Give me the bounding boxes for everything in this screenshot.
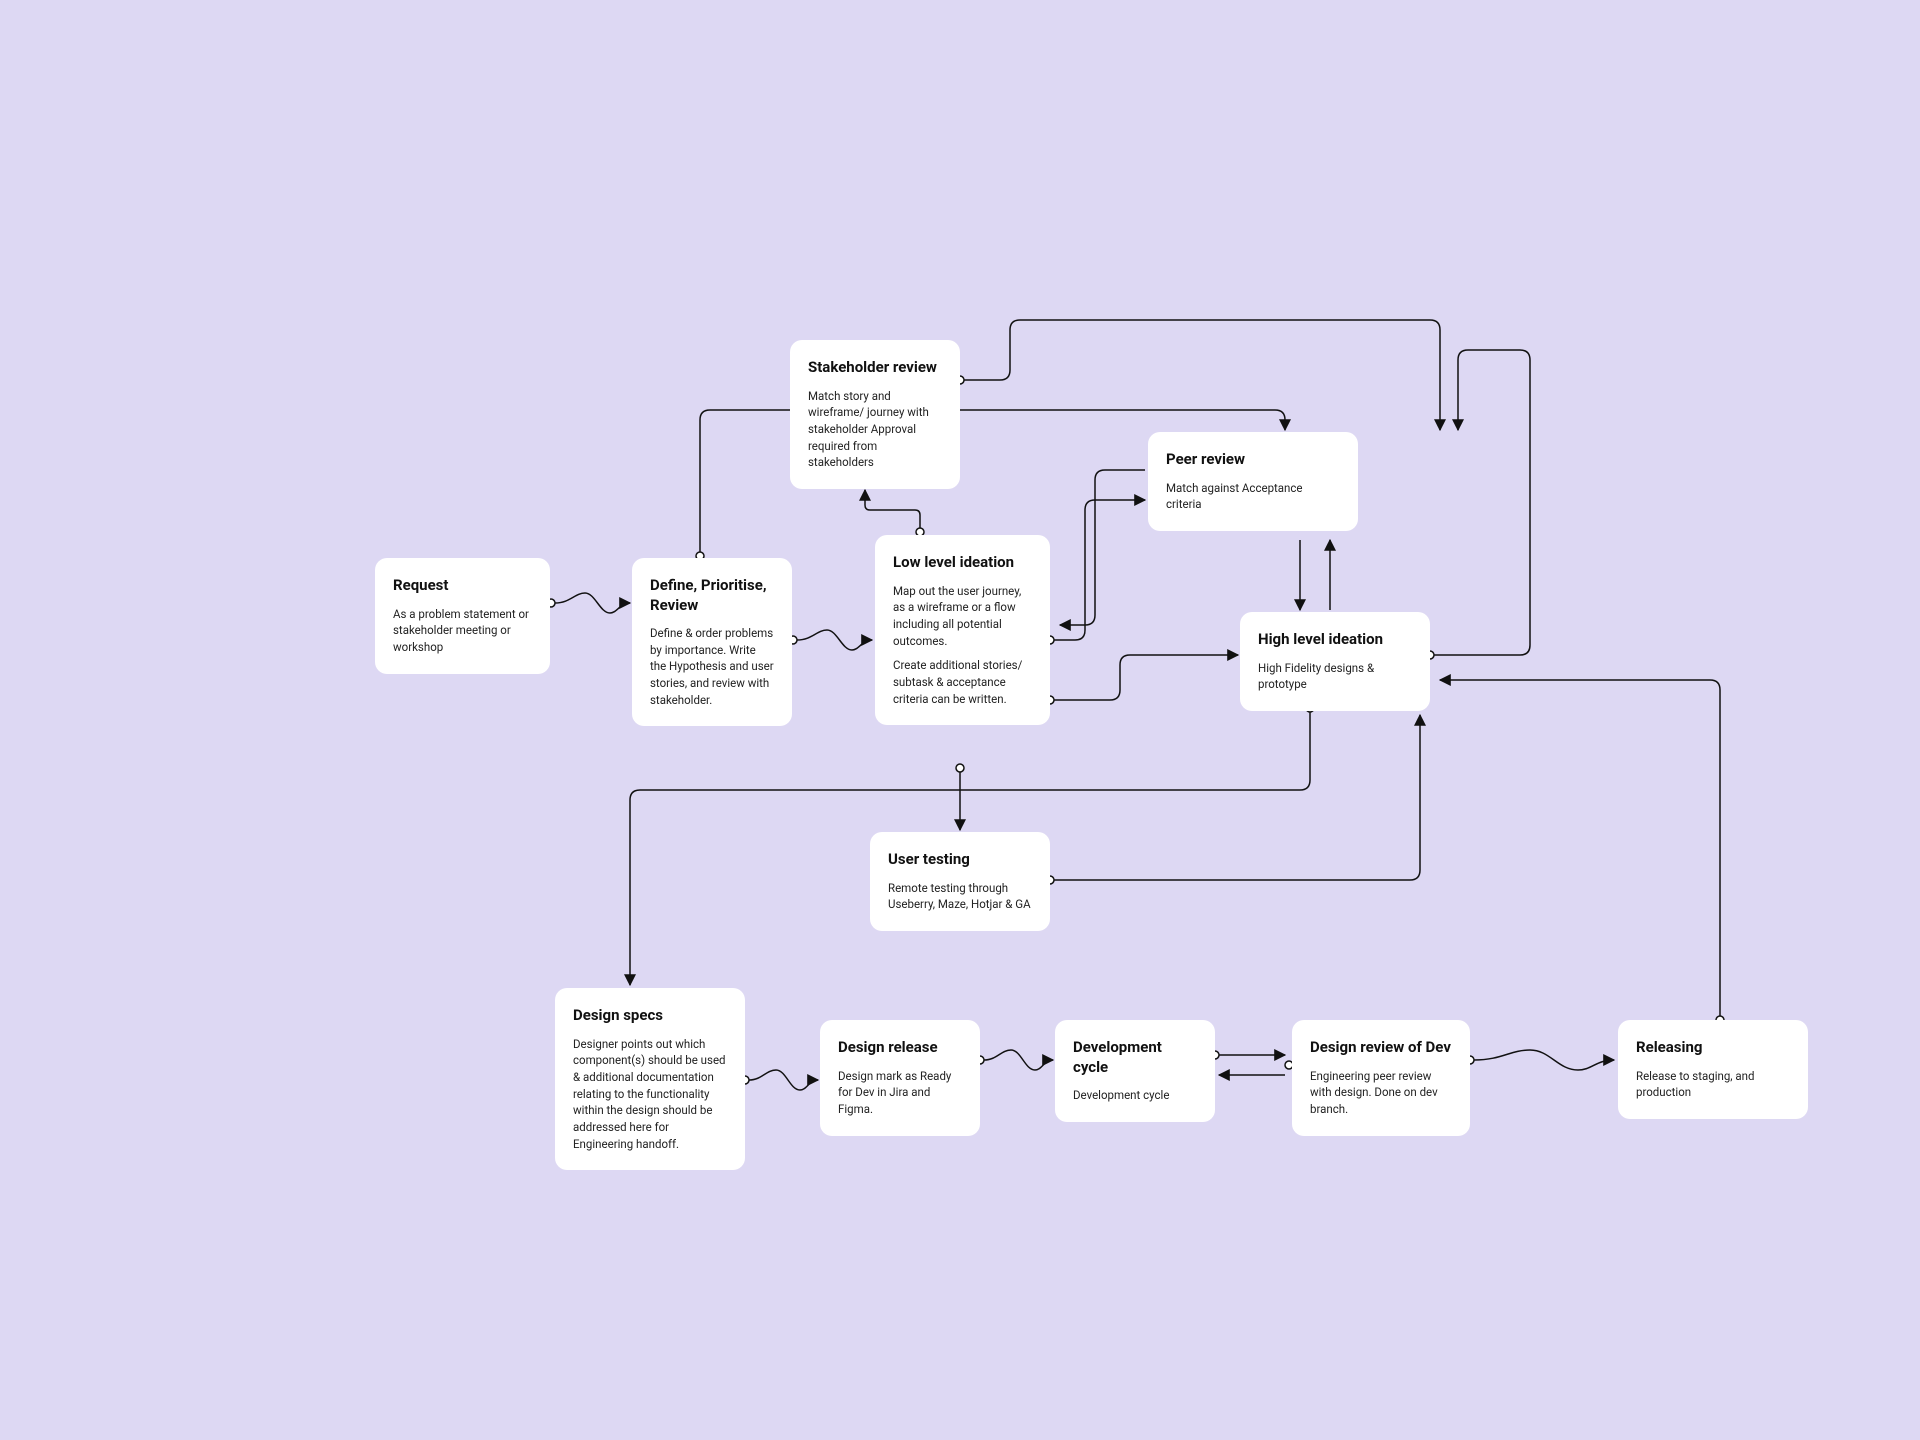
- node-title: Design release: [838, 1038, 962, 1058]
- node-title: Peer review: [1166, 450, 1340, 470]
- node-title: Design specs: [573, 1006, 727, 1026]
- node-title: Low level ideation: [893, 553, 1032, 573]
- node-define[interactable]: Define, Prioritise, Review Define & orde…: [632, 558, 792, 726]
- node-body: Define & order problems by importance. W…: [650, 625, 774, 708]
- node-body: Designer points out which component(s) s…: [573, 1036, 727, 1153]
- diagram-canvas: { "nodes": { "request": { "title": "Requ…: [0, 0, 1920, 1440]
- node-title: High level ideation: [1258, 630, 1412, 650]
- node-body: As a problem statement or stakeholder me…: [393, 606, 532, 656]
- node-body: High Fidelity designs & prototype: [1258, 660, 1412, 693]
- node-title: Design review of Dev: [1310, 1038, 1452, 1058]
- node-design-specs[interactable]: Design specs Designer points out which c…: [555, 988, 745, 1170]
- node-stakeholder-review[interactable]: Stakeholder review Match story and wiref…: [790, 340, 960, 489]
- node-low-level-ideation[interactable]: Low level ideation Map out the user jour…: [875, 535, 1050, 725]
- node-title: Development cycle: [1073, 1038, 1197, 1077]
- node-title: User testing: [888, 850, 1032, 870]
- node-body: Development cycle: [1073, 1087, 1197, 1104]
- node-title: Stakeholder review: [808, 358, 942, 378]
- node-title: Request: [393, 576, 532, 596]
- node-peer-review[interactable]: Peer review Match against Acceptance cri…: [1148, 432, 1358, 531]
- node-development-cycle[interactable]: Development cycle Development cycle: [1055, 1020, 1215, 1122]
- node-body: Design mark as Ready for Dev in Jira and…: [838, 1068, 962, 1118]
- node-design-review-of-dev[interactable]: Design review of Dev Engineering peer re…: [1292, 1020, 1470, 1136]
- node-request[interactable]: Request As a problem statement or stakeh…: [375, 558, 550, 674]
- node-body: Create additional stories/ subtask & acc…: [893, 657, 1032, 707]
- node-body: Map out the user journey, as a wireframe…: [893, 583, 1032, 650]
- node-releasing[interactable]: Releasing Release to staging, and produc…: [1618, 1020, 1808, 1119]
- node-body: Release to staging, and production: [1636, 1068, 1790, 1101]
- node-body: Match story and wireframe/ journey with …: [808, 388, 942, 471]
- node-body: Engineering peer review with design. Don…: [1310, 1068, 1452, 1118]
- node-title: Releasing: [1636, 1038, 1790, 1058]
- node-user-testing[interactable]: User testing Remote testing through Useb…: [870, 832, 1050, 931]
- node-body: Remote testing through Useberry, Maze, H…: [888, 880, 1032, 913]
- node-title: Define, Prioritise, Review: [650, 576, 774, 615]
- node-high-level-ideation[interactable]: High level ideation High Fidelity design…: [1240, 612, 1430, 711]
- node-design-release[interactable]: Design release Design mark as Ready for …: [820, 1020, 980, 1136]
- node-body: Match against Acceptance criteria: [1166, 480, 1340, 513]
